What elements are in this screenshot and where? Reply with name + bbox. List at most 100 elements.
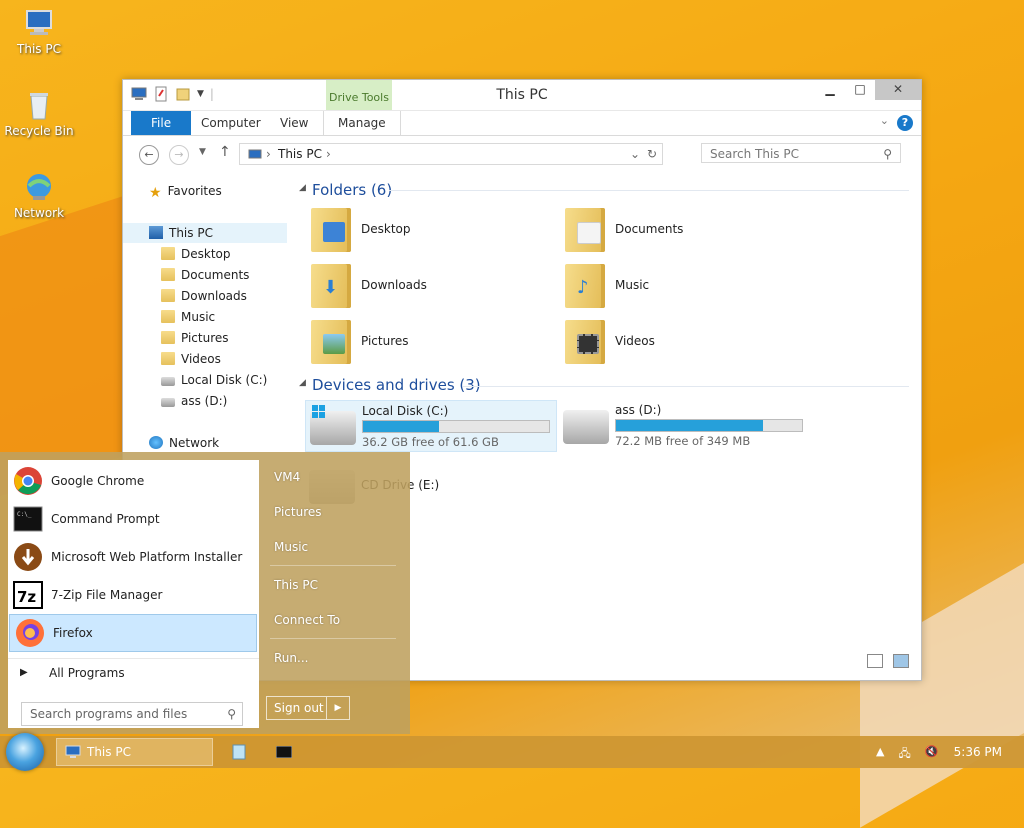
nav-item-network[interactable]: Network (149, 433, 219, 453)
start-menu: Google Chrome C:\_ Command Prompt Micros… (0, 452, 410, 734)
start-link-connect-to[interactable]: Connect To (274, 613, 340, 627)
program-google-chrome[interactable]: Google Chrome (8, 463, 257, 499)
nav-label: Videos (181, 352, 221, 366)
breadcrumb-this-pc[interactable]: This PC (278, 144, 322, 164)
volume-muted-icon[interactable]: 🔇 (925, 745, 939, 764)
group-header-folders[interactable]: Folders (6) (312, 181, 392, 199)
program-label: Firefox (53, 626, 93, 640)
program-7zip[interactable]: 7z 7-Zip File Manager (8, 577, 257, 613)
sign-out-button[interactable]: Sign out ▶ (266, 696, 350, 720)
desktop-icon-label: Network (13, 206, 65, 220)
start-link-pictures[interactable]: Pictures (274, 505, 322, 519)
taskbar-item-this-pc[interactable]: This PC (56, 738, 213, 766)
start-search-placeholder: Search programs and files (30, 707, 188, 721)
back-button[interactable]: ← (139, 145, 159, 165)
folder-tile-videos[interactable]: Videos (565, 320, 805, 368)
window-title: This PC (496, 87, 548, 103)
program-command-prompt[interactable]: C:\_ Command Prompt (8, 501, 257, 537)
nav-item-music[interactable]: Music (161, 307, 215, 327)
collapse-group-icon[interactable]: ◢ (299, 183, 306, 193)
folder-tile-pictures[interactable]: Pictures (311, 320, 551, 368)
details-view-icon[interactable] (867, 654, 883, 668)
start-button[interactable] (6, 733, 44, 771)
drive-name: Local Disk (C:) (362, 404, 449, 418)
music-folder-icon: ♪ (565, 264, 605, 308)
command-prompt-icon (275, 745, 293, 761)
refresh-icon[interactable]: ↻ (647, 144, 657, 164)
start-link-music[interactable]: Music (274, 540, 308, 554)
taskbar-item-notepad[interactable] (228, 738, 252, 766)
start-link-this-pc[interactable]: This PC (274, 578, 318, 592)
drive-free-space: 72.2 MB free of 349 MB (615, 434, 751, 448)
nav-item-desktop[interactable]: Desktop (161, 244, 231, 264)
local-disk-windows-icon (310, 405, 356, 445)
nav-item-documents[interactable]: Documents (161, 265, 249, 285)
tab-manage[interactable]: Manage (323, 111, 401, 135)
videos-folder-icon (565, 320, 605, 364)
nav-item-videos[interactable]: Videos (161, 349, 221, 369)
nav-item-ass-d[interactable]: ass (D:) (161, 391, 227, 411)
shutdown-options-arrow-icon[interactable]: ▶ (326, 697, 349, 719)
breadcrumb-chevron-icon[interactable]: › (326, 144, 331, 164)
address-dropdown-icon[interactable]: ⌄ (630, 144, 640, 164)
nav-item-this-pc[interactable]: This PC (123, 223, 287, 243)
svg-text:C:\_: C:\_ (17, 511, 32, 518)
star-icon: ★ (149, 185, 162, 201)
taskbar-item-command-prompt[interactable] (272, 738, 296, 766)
network-status-icon[interactable]: 🖧 (898, 745, 910, 764)
nav-label: Network (169, 436, 220, 450)
start-search-input[interactable]: Search programs and files ⚲ (21, 702, 243, 726)
drive-tile-ass-d[interactable]: ass (D:) 72.2 MB free of 349 MB (559, 400, 809, 450)
recent-locations-icon[interactable]: ▼ (199, 147, 206, 157)
folder-name: Pictures (361, 334, 409, 348)
drive-usage-bar (615, 419, 803, 432)
documents-folder-icon (565, 208, 605, 252)
program-firefox[interactable]: Firefox (9, 614, 257, 652)
view-switcher (867, 654, 909, 668)
collapse-group-icon[interactable]: ◢ (299, 378, 306, 388)
folder-name: Desktop (361, 222, 411, 236)
desktop-folder-icon (311, 208, 351, 252)
clock[interactable]: 5:36 PM (954, 745, 1002, 759)
folder-icon (161, 247, 175, 260)
tab-view[interactable]: View (266, 111, 322, 135)
folder-tile-downloads[interactable]: ⬇ Downloads (311, 264, 551, 312)
expand-ribbon-icon[interactable]: ⌄ (880, 114, 889, 127)
program-web-platform-installer[interactable]: Microsoft Web Platform Installer (8, 539, 257, 575)
tab-file[interactable]: File (131, 111, 192, 135)
nav-item-downloads[interactable]: Downloads (161, 286, 247, 306)
minimize-button[interactable]: ▁ (815, 80, 845, 100)
folder-tile-desktop[interactable]: Desktop (311, 208, 551, 256)
folder-name: Downloads (361, 278, 427, 292)
nav-item-pictures[interactable]: Pictures (161, 328, 229, 348)
folder-tile-documents[interactable]: Documents (565, 208, 805, 256)
nav-item-local-disk-c[interactable]: Local Disk (C:) (161, 370, 267, 390)
address-bar[interactable]: › This PC › ⌄ ↻ (239, 143, 663, 165)
all-programs-item[interactable]: ▶ All Programs (8, 658, 259, 687)
group-header-devices[interactable]: Devices and drives (3) (312, 376, 481, 394)
start-link-vm4[interactable]: VM4 (274, 470, 300, 484)
nav-item-favorites[interactable]: ★ Favorites (149, 181, 222, 201)
maximize-button[interactable]: □ (845, 80, 875, 100)
command-prompt-icon: C:\_ (13, 504, 43, 534)
nav-label: Desktop (181, 247, 231, 261)
close-button[interactable]: ✕ (875, 80, 921, 100)
drive-tile-local-disk-c[interactable]: Local Disk (C:) 36.2 GB free of 61.6 GB (305, 400, 557, 452)
large-icons-view-icon[interactable] (893, 654, 909, 668)
tab-computer[interactable]: Computer (187, 111, 275, 135)
desktop-icon-recycle-bin[interactable]: Recycle Bin (4, 90, 74, 138)
folder-tile-music[interactable]: ♪ Music (565, 264, 805, 312)
network-icon (23, 172, 55, 202)
folder-name: Music (615, 278, 650, 292)
desktop-icon-network[interactable]: Network (4, 172, 74, 220)
up-button[interactable]: ↑ (219, 144, 231, 160)
drive-free-space: 36.2 GB free of 61.6 GB (362, 435, 499, 449)
show-hidden-icons-icon[interactable]: ▲ (876, 745, 884, 764)
forward-button[interactable]: → (169, 145, 189, 165)
nav-label: Downloads (181, 289, 247, 303)
nav-label: ass (D:) (181, 394, 228, 408)
search-input[interactable]: Search This PC ⚲ (701, 143, 901, 163)
help-icon[interactable]: ? (897, 115, 913, 131)
desktop-icon-this-pc[interactable]: This PC (4, 8, 74, 56)
start-link-run[interactable]: Run... (274, 651, 308, 665)
